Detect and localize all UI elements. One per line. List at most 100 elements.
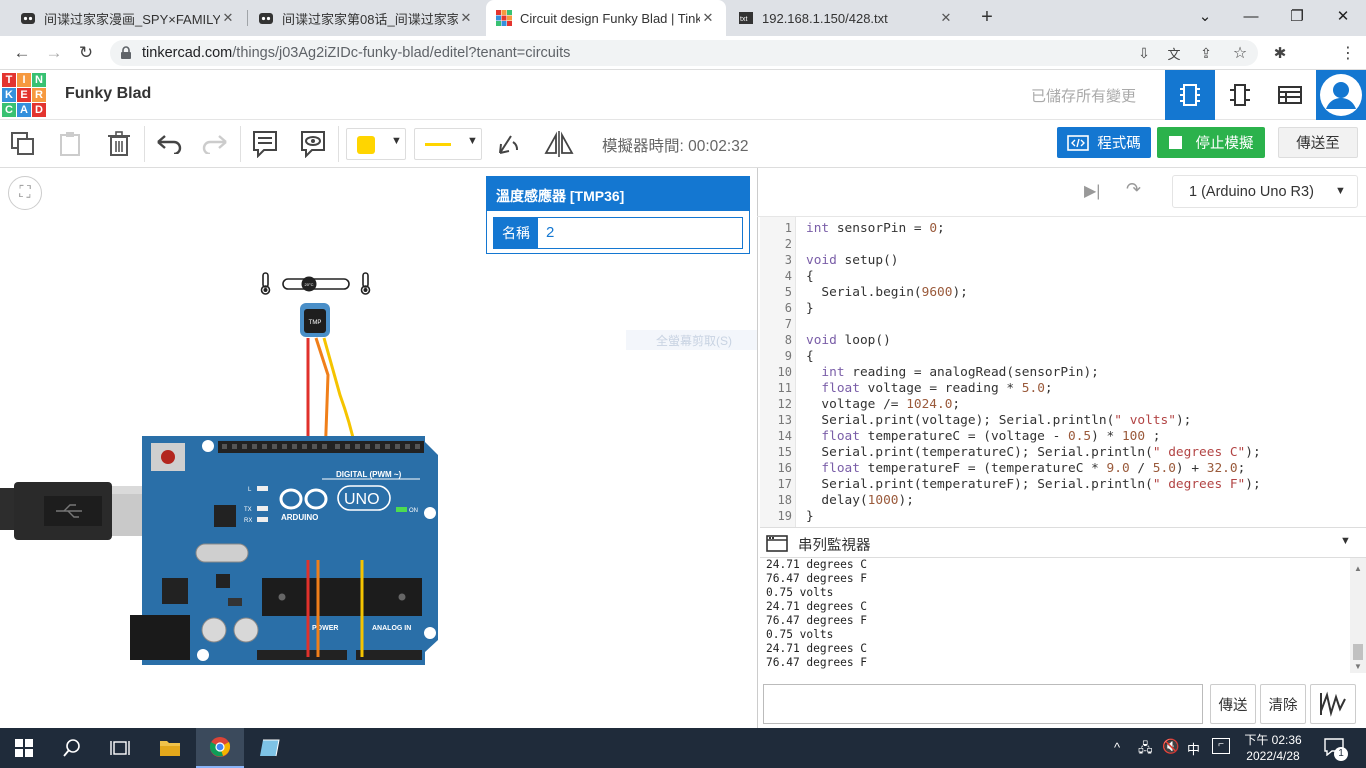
task-view-button[interactable] bbox=[96, 728, 144, 768]
notes-button[interactable] bbox=[248, 128, 282, 160]
notification-center-button[interactable]: 1 bbox=[1324, 738, 1350, 761]
code-button[interactable]: 程式碼 bbox=[1057, 127, 1151, 158]
reload-icon[interactable]: ↻ bbox=[72, 40, 100, 66]
schematic-view-button[interactable] bbox=[1215, 70, 1265, 120]
undo-button[interactable] bbox=[152, 128, 186, 160]
code-line: int sensorPin = 0; bbox=[806, 221, 945, 236]
chrome-taskbar-button[interactable] bbox=[196, 728, 244, 768]
tab-title: 间谍过家家第08话_间谍过家家漫 bbox=[282, 11, 458, 27]
code-line: float temperatureF = (temperatureC * 9.0… bbox=[821, 461, 1246, 476]
browser-tab-4[interactable]: txt 192.168.1.150/428.txt ✕ bbox=[728, 0, 964, 36]
close-icon[interactable]: ✕ bbox=[220, 10, 236, 26]
flip-button[interactable] bbox=[542, 128, 576, 160]
color-picker[interactable]: ▼ bbox=[346, 128, 406, 160]
close-icon[interactable]: ✕ bbox=[700, 10, 716, 26]
new-tab-button[interactable]: + bbox=[975, 6, 999, 30]
tinkercad-logo[interactable]: T I N K E R C A D bbox=[2, 73, 46, 117]
translate-icon[interactable]: 文 bbox=[1160, 40, 1188, 66]
rotate-button[interactable] bbox=[492, 128, 526, 160]
file-explorer-button[interactable] bbox=[146, 728, 194, 768]
logo-letter: K bbox=[2, 88, 16, 102]
temperature-slider[interactable]: 20°C bbox=[260, 272, 371, 295]
serial-monitor-header[interactable]: 串列監視器 ▼ bbox=[760, 527, 1366, 558]
network-icon[interactable]: 🖧 bbox=[1138, 739, 1153, 761]
forward-arrow-icon[interactable]: → bbox=[40, 40, 68, 66]
bookmark-star-icon[interactable]: ☆ bbox=[1226, 40, 1254, 66]
code-line: Serial.print(voltage); Serial.println(" … bbox=[821, 413, 1192, 428]
on-label: ON bbox=[409, 508, 418, 514]
serial-line: 0.75 volts bbox=[766, 628, 834, 641]
code-line: { bbox=[806, 349, 814, 364]
step-play-icon[interactable]: ▶| bbox=[1084, 181, 1100, 201]
start-button[interactable] bbox=[0, 728, 48, 768]
line-number: 2 bbox=[784, 237, 792, 251]
logo-letter: R bbox=[32, 88, 46, 102]
digital-label: DIGITAL (PWM ~) bbox=[336, 470, 402, 479]
save-status: 已儲存所有變更 bbox=[1031, 88, 1137, 105]
share-icon[interactable]: ⇪ bbox=[1192, 40, 1220, 66]
browser-tab-1[interactable]: 间谍过家家漫画_SPY×FAMILY间 ✕ bbox=[10, 0, 246, 36]
simulator-time: 模擬器時間: 00:02:32 bbox=[602, 138, 749, 155]
redo-icon bbox=[202, 135, 227, 154]
volume-muted-icon[interactable]: 🔇 bbox=[1162, 738, 1179, 755]
serial-graph-button[interactable] bbox=[1310, 684, 1356, 724]
search-button[interactable] bbox=[48, 728, 96, 768]
install-app-icon[interactable]: ⇩ bbox=[1130, 40, 1158, 66]
tab-search-chevron-icon[interactable]: ⌄ bbox=[1182, 0, 1228, 32]
scroll-up-icon[interactable]: ▲ bbox=[1354, 564, 1362, 573]
app-taskbar-button[interactable] bbox=[246, 728, 294, 768]
serial-input[interactable] bbox=[763, 684, 1203, 724]
reset-button[interactable] bbox=[161, 450, 175, 464]
code-line: { bbox=[806, 269, 814, 284]
minimize-button[interactable]: — bbox=[1228, 0, 1274, 32]
delete-button[interactable] bbox=[102, 128, 136, 160]
serial-clear-button[interactable]: 清除 bbox=[1260, 684, 1306, 724]
serial-scrollbar[interactable]: ▲ ▼ bbox=[1350, 558, 1366, 673]
ime-mode-icon[interactable]: ⌐ bbox=[1212, 738, 1230, 754]
circuit-view-button[interactable] bbox=[1165, 70, 1215, 120]
note-eye-icon bbox=[301, 131, 325, 158]
user-avatar[interactable] bbox=[1316, 70, 1366, 120]
copy-button[interactable] bbox=[6, 128, 40, 160]
component-list-button[interactable] bbox=[1265, 70, 1315, 120]
window-close-button[interactable]: ✕ bbox=[1320, 0, 1366, 32]
close-icon[interactable]: ✕ bbox=[938, 10, 954, 26]
serial-line: 24.71 degrees C bbox=[766, 558, 868, 571]
scroll-down-icon[interactable]: ▼ bbox=[1354, 662, 1362, 671]
line-number: 3 bbox=[784, 253, 792, 267]
paste-button[interactable] bbox=[53, 128, 87, 160]
extensions-puzzle-icon[interactable]: ✱ bbox=[1266, 40, 1294, 66]
chevron-down-icon: ▼ bbox=[391, 135, 402, 147]
stop-simulation-button[interactable]: 停止模擬 bbox=[1157, 127, 1265, 158]
design-name[interactable]: Funky Blad bbox=[65, 85, 151, 103]
ime-indicator[interactable]: 中 bbox=[1187, 739, 1200, 758]
scrollbar-thumb[interactable] bbox=[1353, 644, 1363, 660]
tinkercad-icon bbox=[496, 10, 512, 26]
line-number: 9 bbox=[784, 349, 792, 363]
undo-icon bbox=[157, 135, 182, 154]
wire-type-picker[interactable]: ▼ bbox=[414, 128, 482, 160]
code-editor[interactable]: 1 2 3 4 5 6 7 8 9 10 11 12 13 14 15 16 17 18 19 int sensor… bbox=[760, 217, 1366, 527]
browser-tab-3[interactable]: Circuit design Funky Blad | Tink ✕ bbox=[486, 0, 726, 36]
serial-send-button[interactable]: 傳送 bbox=[1210, 684, 1256, 724]
redo-button[interactable] bbox=[198, 128, 232, 160]
clock-time[interactable]: 下午 02:36 bbox=[1240, 731, 1306, 748]
step-over-icon[interactable]: ↷ bbox=[1126, 179, 1141, 200]
arduino-uno-board[interactable]: DIGITAL (PWM ~) L TX RX ARDUINO UNO ON P… bbox=[130, 436, 438, 665]
line-number: 6 bbox=[784, 301, 792, 315]
send-to-button[interactable]: 傳送至 bbox=[1278, 127, 1358, 158]
notes-visibility-button[interactable] bbox=[296, 128, 330, 160]
maximize-button[interactable]: ❐ bbox=[1274, 0, 1320, 32]
url-field[interactable]: tinkercad.com/things/j03Ag2iZIDc-funky-b… bbox=[110, 40, 1258, 66]
tmp36-sensor[interactable]: TMP bbox=[300, 303, 330, 337]
browser-tab-2[interactable]: 间谍过家家第08话_间谍过家家漫 ✕ bbox=[248, 0, 484, 36]
chevron-down-icon[interactable]: ▼ bbox=[1340, 535, 1351, 547]
led-tx-label: TX bbox=[244, 507, 252, 513]
device-select[interactable]: 1 (Arduino Uno R3) ▼ bbox=[1172, 175, 1358, 208]
close-icon[interactable]: ✕ bbox=[458, 10, 474, 26]
back-arrow-icon[interactable]: ← bbox=[8, 40, 36, 66]
show-hidden-icons-icon[interactable]: ^ bbox=[1114, 740, 1120, 755]
clock-date[interactable]: 2022/4/28 bbox=[1240, 749, 1306, 763]
line-number: 11 bbox=[777, 381, 792, 395]
more-menu-icon[interactable]: ⋮ bbox=[1334, 40, 1362, 66]
